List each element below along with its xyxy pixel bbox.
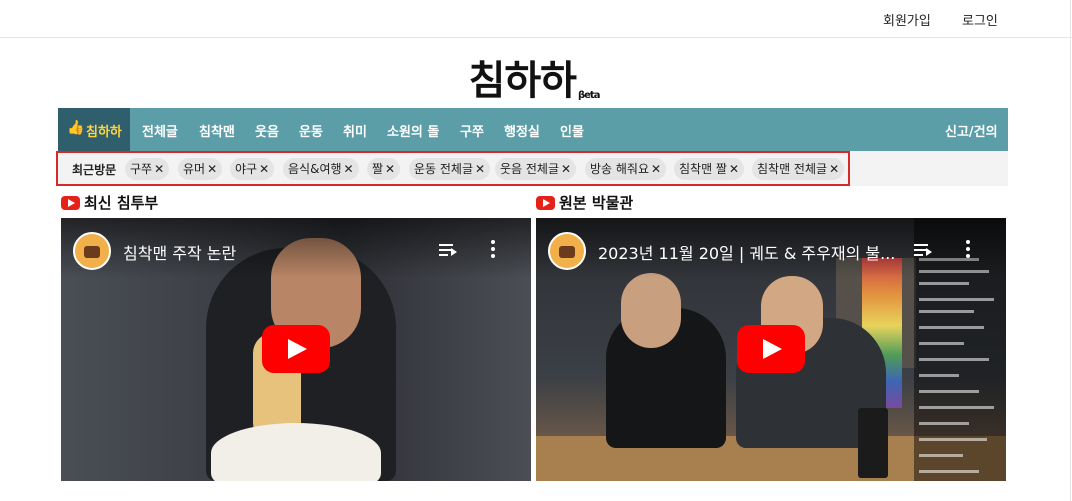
section-title-archive: 원본 박물관 xyxy=(536,192,633,213)
video-title[interactable]: 침착맨 주작 논란 xyxy=(123,240,236,264)
recent-chip[interactable]: 구쭈 ✕ xyxy=(125,158,170,180)
nav-item-chimchakman[interactable]: 침착맨 xyxy=(199,121,235,140)
video-scene xyxy=(211,423,381,481)
nav-item-exercise[interactable]: 운동 xyxy=(299,121,323,140)
playlist-add-icon[interactable] xyxy=(914,242,932,256)
youtube-icon xyxy=(536,196,555,210)
signup-link[interactable]: 회원가입 xyxy=(883,10,931,29)
close-icon[interactable]: ✕ xyxy=(475,162,485,176)
chip-label: 방송 해줘요 xyxy=(590,162,650,176)
more-options-icon[interactable] xyxy=(491,240,495,258)
close-icon[interactable]: ✕ xyxy=(344,162,354,176)
section-title-text: 최신 침투부 xyxy=(84,194,159,212)
site-logo[interactable]: 침하하 βeta xyxy=(468,48,601,106)
close-icon[interactable]: ✕ xyxy=(829,162,839,176)
close-icon[interactable]: ✕ xyxy=(154,162,164,176)
recent-chip[interactable]: 운동 전체글 ✕ xyxy=(409,158,491,180)
nav-item-gujju[interactable]: 구쭈 xyxy=(460,121,484,140)
nav-item-report[interactable]: 신고/건의 xyxy=(945,121,998,140)
recent-chip[interactable]: 야구 ✕ xyxy=(230,158,275,180)
chip-label: 운동 전체글 xyxy=(414,162,474,176)
video-player-latest[interactable]: 침착맨 주작 논란 xyxy=(61,218,531,481)
chip-label: 웃음 전체글 xyxy=(500,162,560,176)
logo-text: 침하하 xyxy=(468,58,577,104)
nav-item-people[interactable]: 인물 xyxy=(560,121,584,140)
chip-label: 구쭈 xyxy=(130,162,153,176)
channel-avatar[interactable] xyxy=(73,232,111,270)
video-title[interactable]: 2023년 11월 20일 | 궤도 & 주우재의 불... xyxy=(598,240,895,264)
section-title-text: 원본 박물관 xyxy=(559,194,634,212)
chip-label: 유머 xyxy=(183,162,206,176)
nav-item-laugh[interactable]: 웃음 xyxy=(255,121,279,140)
recent-chip[interactable]: 침착맨 전체글 ✕ xyxy=(752,158,845,180)
recent-visits-title: 최근방문 xyxy=(72,163,117,177)
playlist-add-icon[interactable] xyxy=(439,242,457,256)
play-icon[interactable] xyxy=(737,325,805,373)
close-icon[interactable]: ✕ xyxy=(207,162,217,176)
thumbs-up-icon: 👍 xyxy=(67,120,85,136)
nav-home-label: 침하하 xyxy=(86,125,122,140)
chip-label: 침착맨 짤 xyxy=(679,162,727,176)
chip-label: 야구 xyxy=(235,162,258,176)
nav-item-admin-office[interactable]: 행정실 xyxy=(504,121,540,140)
youtube-icon xyxy=(61,196,80,210)
recent-chip[interactable]: 방송 해줘요 ✕ xyxy=(585,158,667,180)
nav-item-wishing-stone[interactable]: 소원의 돌 xyxy=(387,121,439,140)
close-icon[interactable]: ✕ xyxy=(561,162,571,176)
nav-item-all[interactable]: 전체글 xyxy=(142,121,178,140)
beta-badge: βeta xyxy=(577,90,600,101)
more-options-icon[interactable] xyxy=(966,240,970,258)
close-icon[interactable]: ✕ xyxy=(729,162,739,176)
video-scene xyxy=(621,273,681,348)
recent-chip[interactable]: 짤 ✕ xyxy=(367,158,401,180)
chip-label: 음식&여행 xyxy=(288,162,342,176)
recent-chip[interactable]: 침착맨 짤 ✕ xyxy=(674,158,745,180)
logo-area: 침하하 βeta xyxy=(0,48,1072,106)
chip-label: 침착맨 전체글 xyxy=(757,162,828,176)
nav-item-hobby[interactable]: 취미 xyxy=(343,121,367,140)
video-scene xyxy=(858,408,888,478)
recent-chip[interactable]: 웃음 전체글 ✕ xyxy=(495,158,577,180)
channel-avatar[interactable] xyxy=(548,232,586,270)
play-icon[interactable] xyxy=(262,325,330,373)
chip-label: 짤 xyxy=(372,162,384,176)
nav-home[interactable]: 👍 침하하 xyxy=(58,108,130,151)
video-player-archive[interactable]: 2023년 11월 20일 | 궤도 & 주우재의 불... xyxy=(536,218,1006,481)
section-title-latest: 최신 침투부 xyxy=(61,192,158,213)
close-icon[interactable]: ✕ xyxy=(385,162,395,176)
main-nav: 👍 침하하 전체글 침착맨 웃음 운동 취미 소원의 돌 구쭈 행정실 인물 신… xyxy=(58,108,1008,151)
close-icon[interactable]: ✕ xyxy=(259,162,269,176)
login-link[interactable]: 로그인 xyxy=(962,10,998,29)
close-icon[interactable]: ✕ xyxy=(651,162,661,176)
top-bar: 회원가입 로그인 xyxy=(0,0,1072,38)
recent-chip[interactable]: 음식&여행 ✕ xyxy=(283,158,359,180)
recent-chip[interactable]: 유머 ✕ xyxy=(178,158,223,180)
